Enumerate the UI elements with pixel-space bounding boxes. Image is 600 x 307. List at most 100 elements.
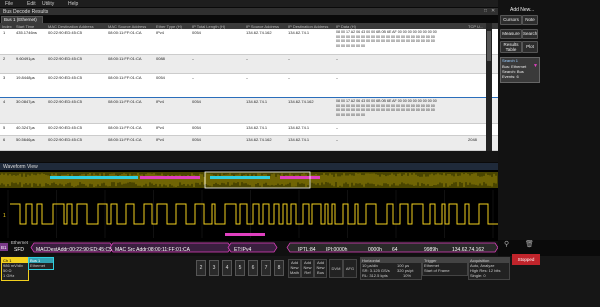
cell-mac-dst: 00:22:90:ED:45:C5 [48,75,83,80]
cell-ether-type: IPv4 [156,99,165,104]
results-table: Index Start Time MAC Destination Address… [0,23,498,151]
trigger-condition: Start of Frame [424,268,450,273]
search-badge[interactable]: Search 1 Bus: Ethernet Search: Bus Event… [500,57,540,83]
bus-mac-dest: MACDestAddr:00:22:90:ED:45:C5 [36,247,112,253]
dvm-button[interactable]: DVM [329,259,343,278]
ch1-marker[interactable]: 1 [3,213,6,219]
table-scrollbar[interactable] [486,23,492,151]
menu-utility[interactable]: Utility [42,1,54,7]
trigger-badge[interactable]: Trigger Ethernet Start of Frame [422,257,468,276]
ch2-button[interactable]: 2 [196,260,206,276]
overview-bus-magenta [140,176,200,179]
cell-index: 6 [3,137,6,142]
table-row[interactable]: 6 50.5646µs 00:22:90:ED:45:C5 08:00:11:F… [0,136,498,151]
cell-ether-type: 0088 [156,56,165,61]
zoom-handle[interactable] [225,233,265,236]
cell-mac-src: 08:00:11:FF:01:CA [108,30,142,35]
menu-file[interactable]: File [5,1,13,7]
ch3-button[interactable]: 3 [209,260,219,276]
cell-ip-src: 134.62.74.1 [246,99,268,104]
cell-ip-data: 08 00 17 A2 06 43 00 00 6B 0B 6E AF 00 0… [336,30,437,48]
ch6-button[interactable]: 6 [248,260,258,276]
cell-ip-data: – [336,75,339,80]
acquisition-badge[interactable]: Acquisition Auto, Analyze High Res: 12 b… [468,257,510,280]
ch1-trace [10,203,498,225]
bus-ether-type: ET:IPv4 [234,247,252,253]
afg-button[interactable]: AFG [343,259,357,278]
cell-mac-dst: 00:22:90:ED:45:C5 [48,125,83,130]
cursors-button[interactable]: Cursors [500,15,522,25]
bus1-protocol: Ethernet [30,263,46,268]
plot-button[interactable]: Plot [522,41,538,53]
cell-ip-len: – [192,75,195,80]
cell-index: 4 [3,99,6,104]
overview-strip [0,172,498,188]
cell-mac-src: 08:00:11:FF:01:CA [108,137,142,142]
cell-index: 5 [3,125,6,130]
ch8-button[interactable]: 8 [274,260,284,276]
ch7-button[interactable]: 7 [261,260,271,276]
results-table-button[interactable]: Results Table [500,41,522,53]
close-icon[interactable]: ✕ [491,8,495,14]
cell-mac-dst: 00:22:90:ED:45:C5 [48,30,83,35]
table-row[interactable]: 2 9.60491µs 00:22:90:ED:45:C5 08:00:11:F… [0,55,498,74]
waveform-view[interactable]: 1 B1 Ethernet SFD MACDestAddr:00:22:90:E… [0,170,498,256]
menu-help[interactable]: Help [68,1,78,7]
add-ref-button[interactable]: Add New Ref [301,259,314,278]
cell-ip-dst: 134.62.74.1 [288,30,310,35]
cell-mac-src: 08:00:11:FF:01:CA [108,75,142,80]
bus-value: 9989h [424,247,438,253]
ch4-button[interactable]: 4 [222,260,232,276]
note-button[interactable]: Note [522,15,538,25]
record-length: RL: 312.5 kpts [362,273,388,278]
cell-ip-src: 134.62.74.162 [246,137,272,142]
trash-icon[interactable]: 🗑 [525,240,534,248]
maximize-icon[interactable]: □ [484,8,487,14]
table-row[interactable]: 4 30.0847µs 00:22:90:ED:45:C5 08:00:11:F… [0,97,498,125]
ch1-bandwidth: 1 GHz [3,273,15,278]
zoom-icon[interactable]: ⚲ [504,240,509,248]
cell-ip-data: – [336,137,339,142]
horizontal-badge[interactable]: Horizontal 10 µs/div SR: 3.125 GS/s RL: … [360,257,422,280]
bus-value: 0000h [368,247,382,253]
search-badge-line: Events: 6 [502,74,519,79]
cell-time: 435.1746ns [16,30,37,35]
cell-ip-dst: 134.62.74.162 [288,99,314,104]
add-bus-button[interactable]: Add New Bus [314,259,327,278]
search-button[interactable]: Search [522,29,538,39]
bus-ip-id: IPI:0000h [326,247,348,253]
menu-edit[interactable]: Edit [27,1,36,7]
stopped-button[interactable]: Stopped [512,254,540,265]
cell-ip-dst: 134.62.74.1 [288,137,310,142]
ch1-badge[interactable]: Ch 1 986 mV/div 50 Ω 1 GHz [1,257,29,281]
cell-ip-data: – [336,125,339,130]
bus-ip-addr: 134.62.74.162 [452,247,484,253]
measure-button[interactable]: Measure [500,29,522,39]
cell-time: 30.0847µs [16,99,35,104]
cell-mac-src: 08:00:11:FF:01:CA [108,56,142,61]
table-row[interactable]: 3 19.8448µs 00:22:90:ED:45:C5 08:00:11:F… [0,74,498,98]
waveform-canvas [0,171,498,256]
cell-ether-type: 0054 [156,75,165,80]
bus1-badge[interactable]: Bus 1 Ethernet [28,257,54,270]
results-title-bar: Bus Decode Results □ ✕ [0,8,498,15]
cell-mac-dst: 00:22:90:ED:45:C5 [48,56,83,61]
cell-time: 50.5646µs [16,137,35,142]
bus-value: 64 [392,247,398,253]
ch5-button[interactable]: 5 [235,260,245,276]
overview-bus-cyan [210,176,270,179]
bus-marker-label[interactable]: B1 [1,245,7,250]
cell-ip-len: 0054 [192,30,201,35]
scroll-thumb[interactable] [487,31,491,61]
cell-ip-dst: – [288,56,291,61]
search-badge-title: Search 1 [502,58,519,63]
table-row[interactable]: 1 435.1746ns 00:22:90:ED:45:C5 08:00:11:… [0,29,498,55]
table-row[interactable]: 5 40.3247µs 00:22:90:ED:45:C5 08:00:11:F… [0,124,498,136]
cell-mac-src: 08:00:11:FF:01:CA [108,99,142,104]
cell-ether-type: IPv4 [156,125,165,130]
graticule [7,190,494,238]
add-math-button[interactable]: Add New Math [288,259,301,278]
cell-ip-len: 0054 [192,99,201,104]
cell-ip-dst: – [288,75,291,80]
cell-ip-src: 134.62.74.1 [246,125,268,130]
